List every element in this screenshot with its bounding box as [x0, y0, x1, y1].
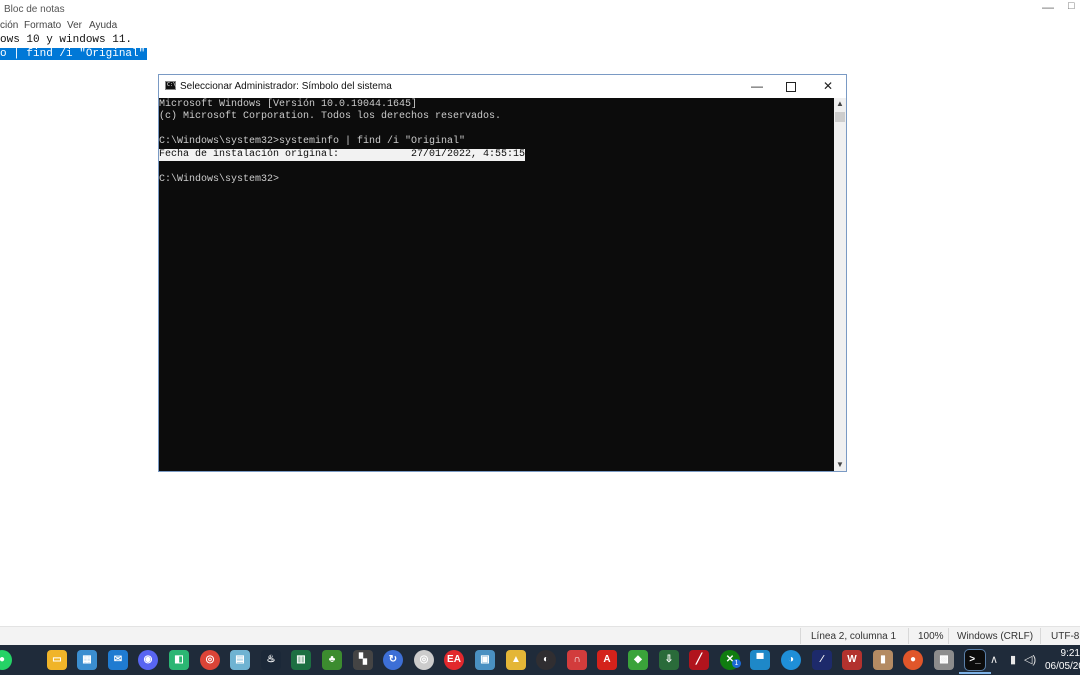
console-title: Seleccionar Administrador: Símbolo del s… — [180, 81, 392, 92]
status-divider — [800, 628, 801, 644]
notepad-minimize-button[interactable]: — — [1041, 0, 1055, 16]
command-prompt-window[interactable]: C:\ Seleccionar Administrador: Símbolo d… — [158, 74, 847, 472]
plant-app-icon[interactable]: ♣ — [322, 650, 342, 670]
taskbar: ● ▭ ▦ ✉ ◉ ◧ ◎ ▤ ♨ ▥ ♣ ▚ ↻ ◎ EA ▣ ▲ ◐ ∩ A ◆ ⇩ ╱ ✕ 1 ▀ ◑ ∕ W ▮ ● ▩ >_ ∧ ▮ … — [0, 645, 1080, 675]
console-output[interactable]: Microsoft Windows [Versión 10.0.19044.16… — [159, 98, 834, 471]
status-zoom: 100% — [918, 631, 944, 642]
maximize-icon — [786, 81, 796, 92]
archive-app-icon[interactable]: ▮ — [873, 650, 893, 670]
chrome-icon[interactable]: ◎ — [200, 650, 220, 670]
orange-app-icon[interactable]: ● — [903, 650, 923, 670]
acrobat-icon[interactable]: A — [597, 650, 617, 670]
steam-icon[interactable]: ♨ — [261, 650, 281, 670]
notepad-plus-icon[interactable]: ▤ — [230, 650, 250, 670]
console-close-button[interactable]: ✕ — [810, 75, 846, 97]
console-titlebar[interactable]: C:\ Seleccionar Administrador: Símbolo d… — [159, 75, 846, 98]
sync-app-icon[interactable]: ↻ — [383, 650, 403, 670]
ea-icon[interactable]: EA — [444, 650, 464, 670]
volume-icon[interactable]: ◁) — [1024, 653, 1036, 666]
installer-icon[interactable]: ⇩ — [659, 650, 679, 670]
editor-line-selected: o | find /i "Original" — [0, 48, 148, 60]
console-minimize-button[interactable]: — — [739, 75, 775, 97]
console-app-icon: C:\ — [165, 81, 177, 90]
menu-item-formato[interactable]: Formato — [24, 20, 61, 31]
console-line: C:\Windows\system32>systeminfo | find /i… — [159, 136, 466, 147]
active-app-indicator — [959, 672, 991, 674]
status-divider — [1040, 628, 1041, 644]
status-position: Línea 2, columna 1 — [811, 631, 897, 642]
menu-item-ayuda[interactable]: Ayuda — [89, 20, 117, 31]
excel-icon[interactable]: ▥ — [291, 650, 311, 670]
shield-icon[interactable]: ◆ — [628, 650, 648, 670]
messenger-app-icon[interactable]: ◧ — [169, 650, 189, 670]
clock-time[interactable]: 9:21 — [1045, 648, 1080, 659]
console-prompt-line: C:\Windows\system32> — [159, 174, 280, 185]
console-line: (c) Microsoft Corporation. Todos los der… — [159, 111, 502, 122]
console-scrollbar[interactable]: ▲ ▼ — [834, 98, 846, 471]
notepad-menubar: ción Formato Ver Ayuda — [0, 18, 1080, 34]
tray-overflow-icon[interactable]: ∧ — [990, 653, 998, 666]
status-divider — [908, 628, 909, 644]
clapper-icon[interactable]: ▚ — [353, 650, 373, 670]
winrar-icon[interactable]: W — [842, 650, 862, 670]
microphone-icon[interactable]: ▮ — [1010, 653, 1016, 666]
menu-item-ver[interactable]: Ver — [67, 20, 82, 31]
whatsapp-icon[interactable]: ● — [0, 650, 12, 670]
status-line-endings: Windows (CRLF) — [957, 631, 1034, 642]
notepad-title: Bloc de notas — [4, 4, 65, 15]
microsoft-store-icon[interactable]: ▦ — [77, 650, 97, 670]
console-line: Microsoft Windows [Versión 10.0.19044.16… — [159, 99, 418, 110]
cpu-app-icon[interactable]: ▩ — [934, 650, 954, 670]
discord-icon[interactable]: ◉ — [138, 650, 158, 670]
ring-app-icon[interactable]: ◎ — [414, 650, 434, 670]
notepad-titlebar: Bloc de notas — □ — [0, 0, 1080, 18]
notepad-statusbar: Línea 2, columna 1 100% Windows (CRLF) U… — [0, 626, 1080, 645]
file-explorer-icon[interactable]: ▭ — [47, 650, 67, 670]
edge-icon[interactable]: ◑ — [781, 650, 801, 670]
mail-icon[interactable]: ✉ — [108, 650, 128, 670]
notification-badge: 1 — [732, 659, 741, 668]
menu-item-edicion[interactable]: ción — [0, 20, 18, 31]
notepad-maximize-button[interactable]: □ — [1068, 0, 1080, 16]
obs-icon[interactable]: ◐ — [536, 650, 556, 670]
magnet-app-icon[interactable]: ∩ — [567, 650, 587, 670]
status-divider — [948, 628, 949, 644]
pen-app-icon[interactable]: ∕ — [812, 650, 832, 670]
scroll-thumb[interactable] — [835, 112, 845, 122]
console-line-selected: Fecha de instalación original: 27/01/202… — [159, 149, 526, 161]
scroll-down-icon[interactable]: ▼ — [834, 459, 846, 471]
window-app-icon[interactable]: ▀ — [750, 650, 770, 670]
status-encoding: UTF-8 — [1051, 631, 1080, 642]
terminal-icon[interactable]: >_ — [964, 649, 986, 671]
clock-date[interactable]: 06/05/20 — [1045, 661, 1080, 672]
editor-line: ows 10 y windows 11. — [0, 34, 133, 46]
console-maximize-button[interactable] — [773, 75, 809, 97]
image-viewer-icon[interactable]: ▣ — [475, 650, 495, 670]
scroll-up-icon[interactable]: ▲ — [834, 98, 846, 110]
red-app-icon[interactable]: ╱ — [689, 650, 709, 670]
hat-app-icon[interactable]: ▲ — [506, 650, 526, 670]
